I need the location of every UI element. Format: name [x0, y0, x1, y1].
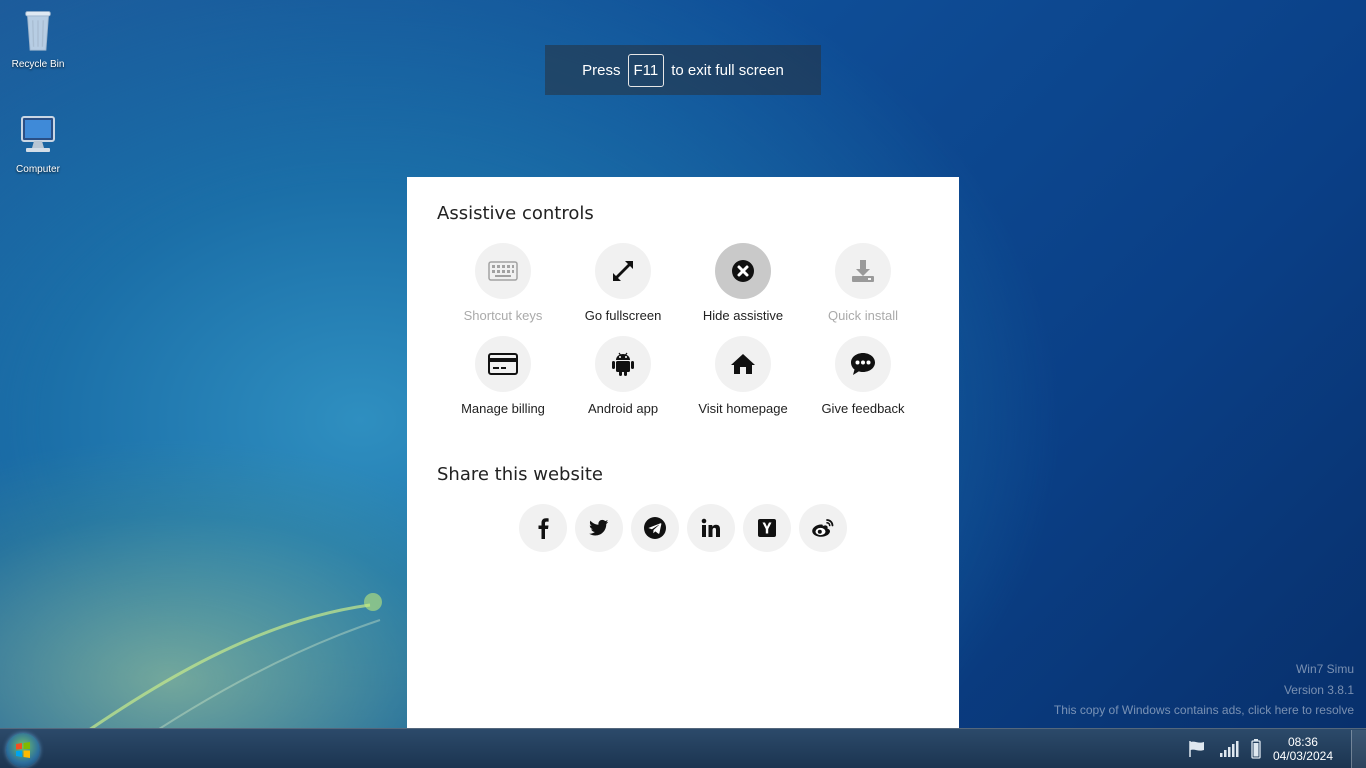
share-buttons [519, 504, 847, 552]
share-telegram-button[interactable] [631, 504, 679, 552]
watermark-title: Win7 Simu [1295, 662, 1354, 676]
give-feedback-label: Give feedback [821, 401, 905, 416]
recycle-bin-icon [25, 11, 51, 51]
desktop-icon-label: Computer [16, 164, 60, 175]
action-center-flag-icon[interactable] [1187, 740, 1207, 758]
visit-homepage-label: Visit homepage [698, 401, 788, 416]
system-tray: 08:36 04/03/2024 [1187, 729, 1366, 768]
battery-icon[interactable] [1251, 739, 1261, 759]
weibo-icon [812, 519, 834, 537]
android-icon [612, 352, 634, 376]
chat-icon [851, 353, 875, 375]
twitter-icon [589, 519, 609, 536]
go-fullscreen-label: Go fullscreen [584, 308, 662, 323]
shortcut-keys-label: Shortcut keys [463, 308, 543, 323]
share-title: Share this website [437, 464, 603, 485]
visit-homepage-button[interactable]: Visit homepage [683, 336, 803, 416]
hide-assistive-button[interactable]: Hide assistive [683, 243, 803, 323]
share-weibo-button[interactable] [799, 504, 847, 552]
android-app-button[interactable]: Android app [563, 336, 683, 416]
share-facebook-button[interactable] [519, 504, 567, 552]
desktop-icon-recycle-bin[interactable]: Recycle Bin [3, 8, 73, 70]
toast-text-after: to exit full screen [671, 61, 784, 79]
expand-icon [613, 261, 633, 281]
telegram-icon [644, 517, 666, 539]
hide-assistive-label: Hide assistive [702, 308, 784, 323]
assistive-controls-grid: Shortcut keys Go fullscreen Hide assisti… [443, 243, 923, 416]
desktop-icon-label: Recycle Bin [11, 59, 65, 70]
facebook-icon [538, 518, 549, 539]
taskbar: 08:36 04/03/2024 [0, 728, 1366, 768]
close-circle-icon [732, 260, 754, 282]
shortcut-keys-button[interactable]: Shortcut keys [443, 243, 563, 323]
linkedin-icon [701, 518, 720, 537]
fullscreen-exit-toast: Press F11 to exit full screen [545, 45, 821, 95]
go-fullscreen-button[interactable]: Go fullscreen [563, 243, 683, 323]
clock-date: 04/03/2024 [1272, 749, 1333, 763]
quick-install-label: Quick install [827, 308, 899, 323]
watermark-activation-link[interactable]: This copy of Windows contains ads, click… [1054, 703, 1354, 717]
share-hacker-news-button[interactable] [743, 504, 791, 552]
clock-time: 08:36 [1287, 735, 1318, 749]
desktop-icon-computer[interactable]: Computer [3, 113, 73, 175]
share-twitter-button[interactable] [575, 504, 623, 552]
start-button[interactable] [6, 733, 40, 767]
show-desktop-button[interactable] [1351, 730, 1366, 768]
taskbar-clock[interactable]: 08:36 04/03/2024 [1273, 735, 1333, 763]
share-linkedin-button[interactable] [687, 504, 735, 552]
manage-billing-button[interactable]: Manage billing [443, 336, 563, 416]
download-icon [852, 260, 874, 282]
home-icon [731, 354, 755, 374]
manage-billing-label: Manage billing [461, 401, 545, 416]
keyboard-icon [488, 261, 518, 281]
windows-logo-icon [16, 742, 30, 758]
assistive-controls-dialog: Assistive controls Shortcut keys Go full… [407, 177, 959, 768]
watermark-version: Version 3.8.1 [1283, 683, 1354, 697]
assistive-controls-title: Assistive controls [437, 203, 594, 224]
computer-icon [21, 116, 55, 152]
hacker-news-icon [758, 519, 776, 537]
give-feedback-button[interactable]: Give feedback [803, 336, 923, 416]
toast-key: F11 [627, 53, 665, 87]
toast-text-before: Press [582, 61, 621, 79]
android-app-label: Android app [587, 401, 659, 416]
credit-card-icon [488, 353, 518, 375]
quick-install-button[interactable]: Quick install [803, 243, 923, 323]
network-signal-icon[interactable] [1219, 741, 1239, 757]
